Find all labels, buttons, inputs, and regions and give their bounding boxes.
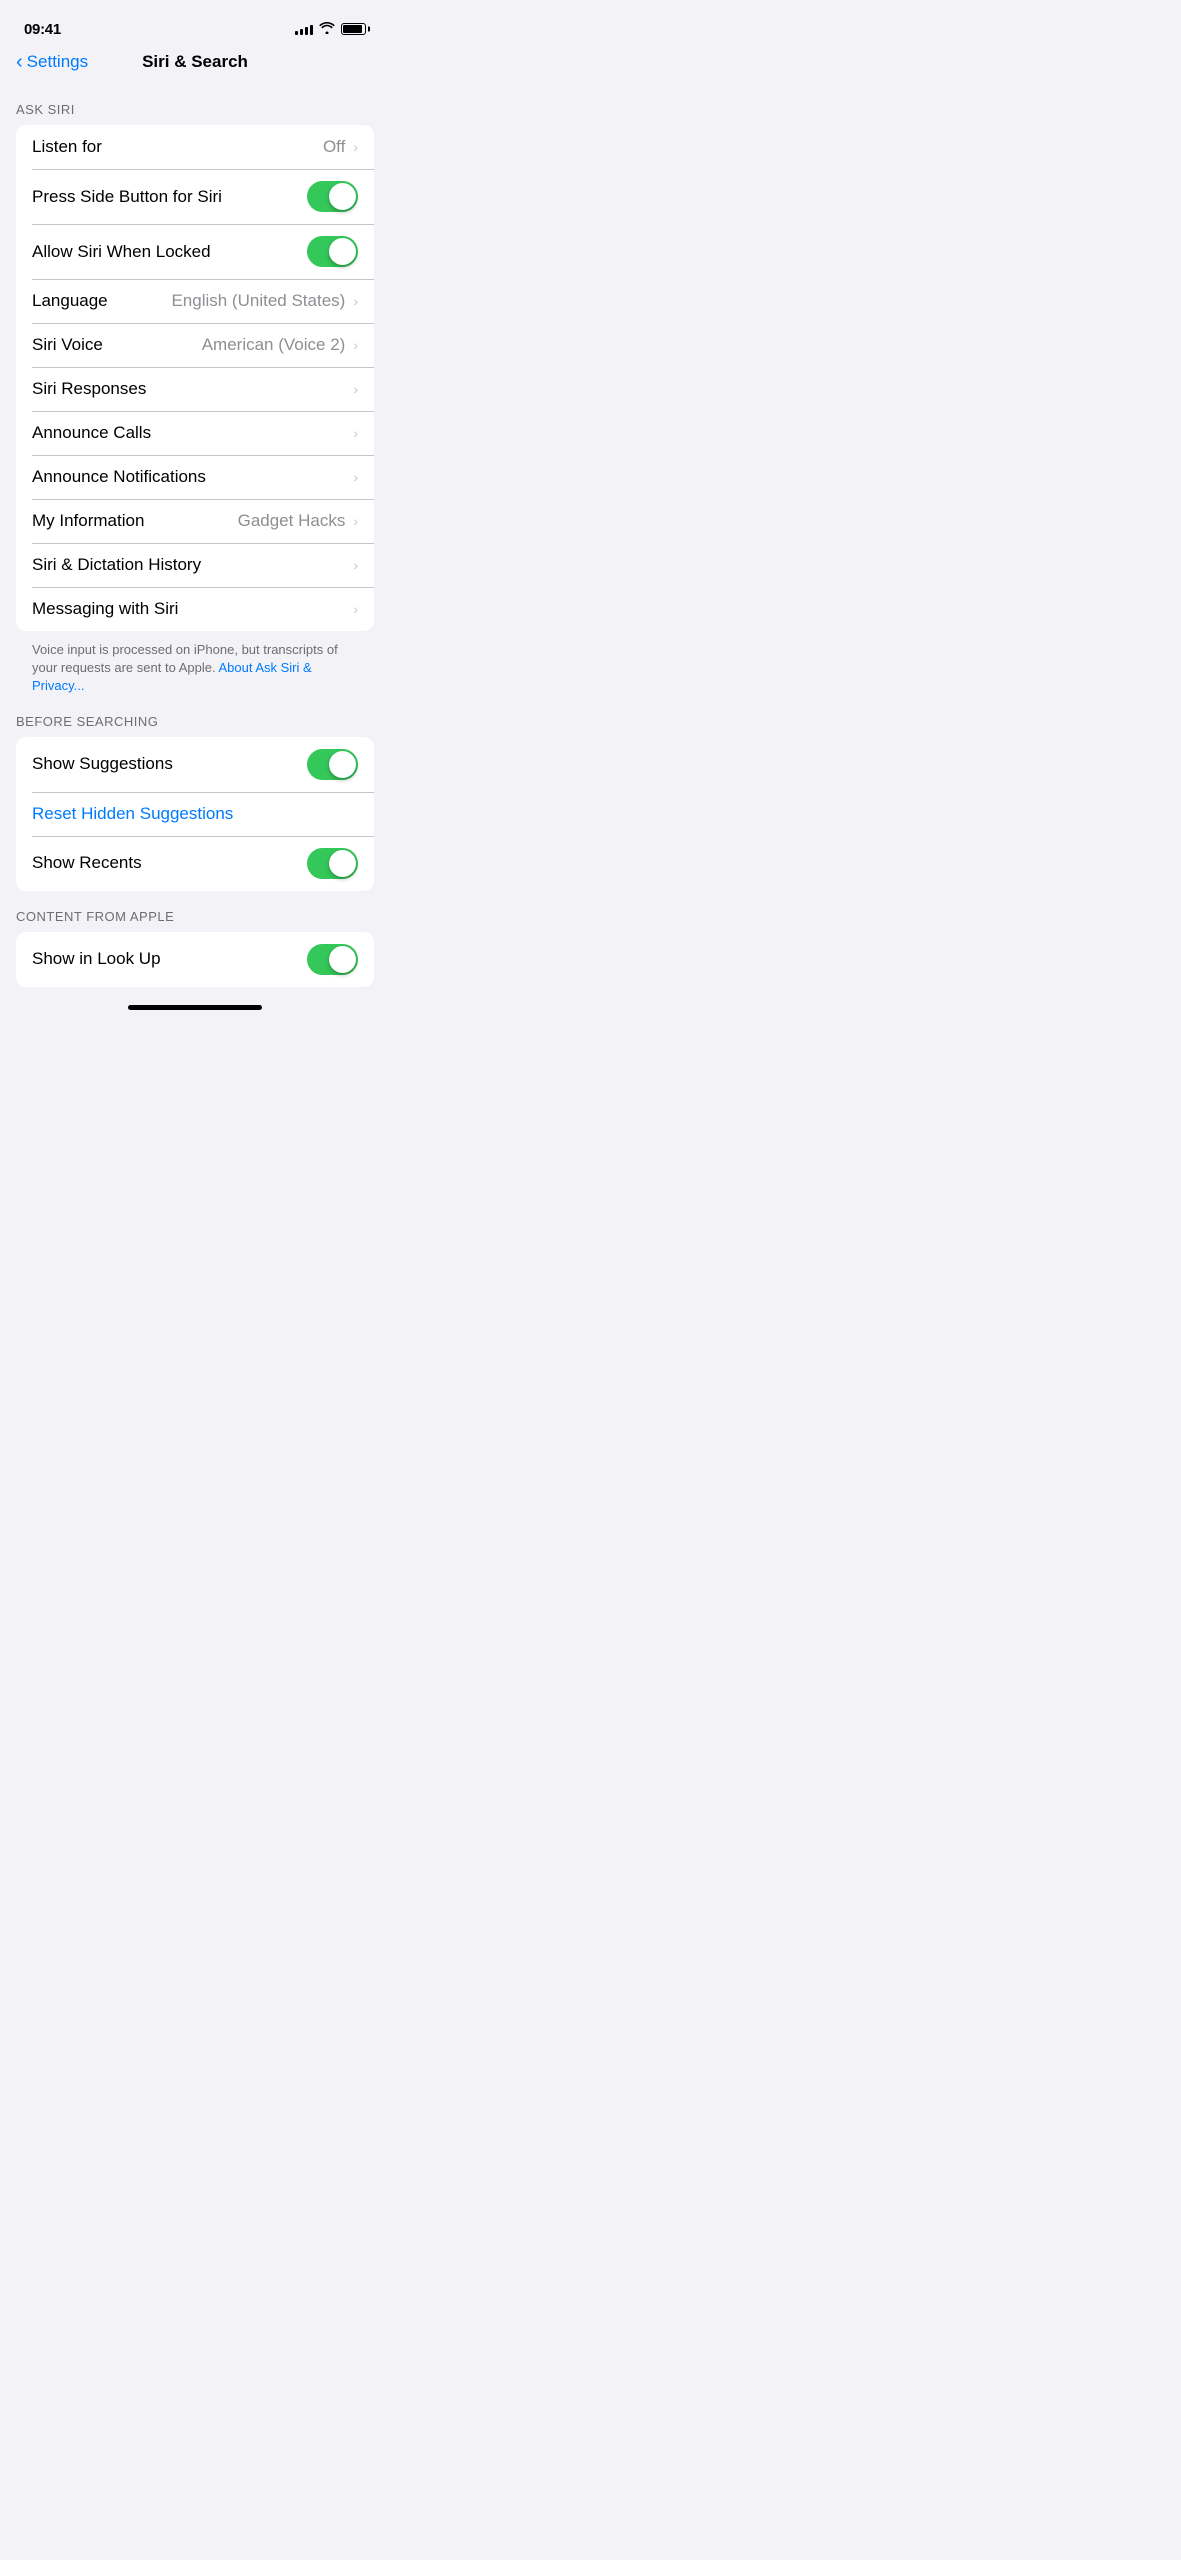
allow-when-locked-toggle[interactable]	[307, 236, 358, 267]
siri-voice-row[interactable]: Siri Voice American (Voice 2) ›	[16, 323, 374, 367]
siri-dictation-history-label: Siri & Dictation History	[32, 555, 351, 575]
back-button-label: Settings	[27, 52, 88, 72]
my-information-value: Gadget Hacks	[238, 511, 346, 531]
before-searching-card: Show Suggestions Reset Hidden Suggestion…	[16, 737, 374, 891]
show-recents-toggle[interactable]	[307, 848, 358, 879]
show-suggestions-label: Show Suggestions	[32, 754, 307, 774]
show-recents-row[interactable]: Show Recents	[16, 836, 374, 891]
announce-notifications-row[interactable]: Announce Notifications ›	[16, 455, 374, 499]
my-information-row[interactable]: My Information Gadget Hacks ›	[16, 499, 374, 543]
show-recents-label: Show Recents	[32, 853, 307, 873]
listen-for-row[interactable]: Listen for Off ›	[16, 125, 374, 169]
ask-siri-card: Listen for Off › Press Side Button for S…	[16, 125, 374, 631]
show-in-look-up-row[interactable]: Show in Look Up	[16, 932, 374, 987]
language-row[interactable]: Language English (United States) ›	[16, 279, 374, 323]
siri-dictation-history-chevron-icon: ›	[353, 557, 358, 573]
my-information-chevron-icon: ›	[353, 513, 358, 529]
press-side-button-row[interactable]: Press Side Button for Siri	[16, 169, 374, 224]
siri-responses-chevron-icon: ›	[353, 381, 358, 397]
status-icons	[295, 22, 366, 37]
listen-for-value: Off	[323, 137, 345, 157]
ask-siri-section-label: ASK SIRI	[0, 84, 390, 125]
language-label: Language	[32, 291, 171, 311]
language-value: English (United States)	[171, 291, 345, 311]
wifi-icon	[319, 22, 335, 37]
announce-notifications-label: Announce Notifications	[32, 467, 351, 487]
announce-calls-row[interactable]: Announce Calls ›	[16, 411, 374, 455]
before-searching-section-label: BEFORE SEARCHING	[0, 696, 390, 737]
back-chevron-icon: ‹	[16, 52, 23, 72]
language-chevron-icon: ›	[353, 293, 358, 309]
siri-voice-value: American (Voice 2)	[202, 335, 346, 355]
allow-when-locked-row[interactable]: Allow Siri When Locked	[16, 224, 374, 279]
messaging-with-siri-row[interactable]: Messaging with Siri ›	[16, 587, 374, 631]
show-in-look-up-label: Show in Look Up	[32, 949, 307, 969]
page-title: Siri & Search	[142, 52, 248, 72]
messaging-with-siri-label: Messaging with Siri	[32, 599, 351, 619]
allow-when-locked-label: Allow Siri When Locked	[32, 242, 307, 262]
announce-calls-label: Announce Calls	[32, 423, 351, 443]
show-in-look-up-toggle[interactable]	[307, 944, 358, 975]
status-bar: 09:41	[0, 0, 390, 44]
announce-notifications-chevron-icon: ›	[353, 469, 358, 485]
siri-dictation-history-row[interactable]: Siri & Dictation History ›	[16, 543, 374, 587]
messaging-with-siri-chevron-icon: ›	[353, 601, 358, 617]
siri-responses-row[interactable]: Siri Responses ›	[16, 367, 374, 411]
press-side-button-toggle[interactable]	[307, 181, 358, 212]
home-indicator	[0, 997, 390, 1018]
listen-for-label: Listen for	[32, 137, 323, 157]
my-information-label: My Information	[32, 511, 238, 531]
show-suggestions-toggle[interactable]	[307, 749, 358, 780]
content-from-apple-section-label: CONTENT FROM APPLE	[0, 891, 390, 932]
press-side-button-label: Press Side Button for Siri	[32, 187, 307, 207]
battery-icon	[341, 23, 366, 35]
content-from-apple-card: Show in Look Up	[16, 932, 374, 987]
nav-header: ‹ Settings Siri & Search	[0, 44, 390, 84]
home-bar	[128, 1005, 262, 1010]
show-suggestions-row[interactable]: Show Suggestions	[16, 737, 374, 792]
ask-siri-footer: Voice input is processed on iPhone, but …	[0, 631, 390, 696]
listen-for-chevron-icon: ›	[353, 139, 358, 155]
back-button[interactable]: ‹ Settings	[16, 52, 88, 72]
reset-hidden-suggestions-label[interactable]: Reset Hidden Suggestions	[32, 804, 233, 824]
reset-hidden-suggestions-row[interactable]: Reset Hidden Suggestions	[16, 792, 374, 836]
siri-voice-chevron-icon: ›	[353, 337, 358, 353]
signal-icon	[295, 23, 313, 35]
siri-responses-label: Siri Responses	[32, 379, 351, 399]
announce-calls-chevron-icon: ›	[353, 425, 358, 441]
siri-voice-label: Siri Voice	[32, 335, 202, 355]
status-time: 09:41	[24, 21, 61, 38]
